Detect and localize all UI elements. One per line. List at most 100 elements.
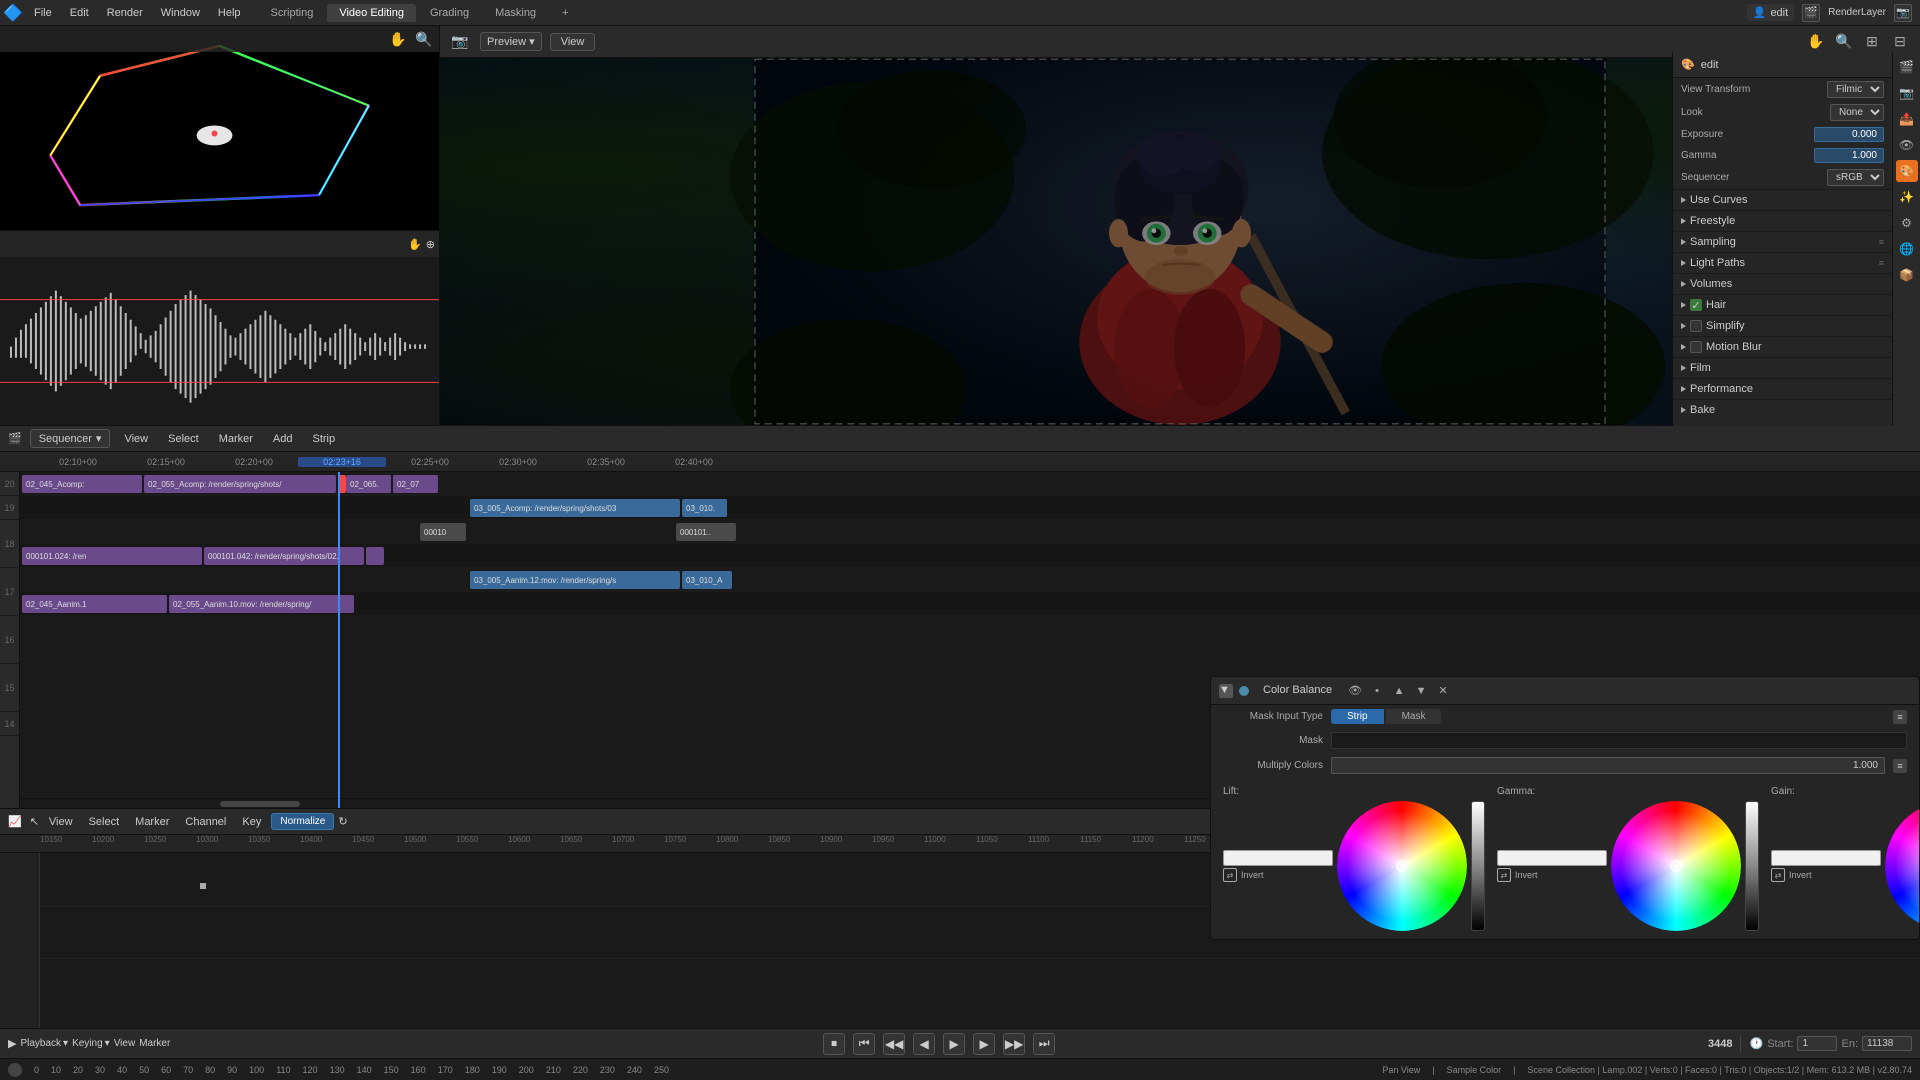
prop-icon-render[interactable]: 📷 (1896, 82, 1918, 104)
graph-menu-key[interactable]: Key (236, 814, 267, 830)
prop-icon-particles[interactable]: ✨ (1896, 186, 1918, 208)
seq-menu-select[interactable]: Select (162, 431, 205, 447)
sequencer-select[interactable]: sRGB (1827, 169, 1884, 186)
normalize-button[interactable]: Normalize (271, 813, 334, 830)
playback-marker[interactable]: Marker (139, 1038, 170, 1049)
freestyle-section[interactable]: Freestyle (1673, 210, 1892, 231)
light-paths-section[interactable]: Light Paths ≡ (1673, 252, 1892, 273)
tab-masking[interactable]: Masking (483, 4, 548, 22)
gamma-input[interactable]: 1.000 (1814, 148, 1884, 163)
menu-edit[interactable]: Edit (62, 5, 97, 21)
prop-icon-view[interactable]: 👁 (1896, 134, 1918, 156)
seq-menu-marker[interactable]: Marker (213, 431, 259, 447)
volumes-section[interactable]: Volumes (1673, 273, 1892, 294)
menu-file[interactable]: File (26, 5, 60, 21)
play-btn-main[interactable]: ▶ (943, 1033, 965, 1055)
preview-camera-icon[interactable]: 📷 (448, 30, 472, 54)
jump-start-btn[interactable]: ⏮ (853, 1033, 875, 1055)
waveform-move-icon[interactable]: ✋ (408, 238, 422, 251)
jump-end-btn[interactable]: ⏭ (1033, 1033, 1055, 1055)
cb-down-btn[interactable]: ▼ (1412, 682, 1430, 700)
graph-menu-select[interactable]: Select (83, 814, 126, 830)
clip-02055-aanim[interactable]: 02_055_Aanim.10.mov: /render/spring/ (169, 595, 354, 613)
clip-000101[interactable]: 000101.. (676, 523, 736, 541)
prop-icon-scene[interactable]: 🎬 (1896, 56, 1918, 78)
hair-checkbox[interactable]: ✓ (1690, 299, 1702, 311)
graph-menu-view[interactable]: View (43, 814, 79, 830)
bake-section[interactable]: Bake (1673, 399, 1892, 420)
look-select[interactable]: None (1830, 104, 1884, 121)
cb-mask-input[interactable] (1331, 732, 1907, 749)
cb-lift-invert-btn[interactable]: ⇄ Invert (1223, 868, 1333, 882)
graph-cursor-icon[interactable]: ↖ (30, 815, 39, 828)
menu-help[interactable]: Help (210, 5, 249, 21)
prop-icon-world[interactable]: 🌐 (1896, 238, 1918, 260)
preview-render-icon[interactable]: ⊟ (1888, 30, 1912, 54)
cb-mask-btn[interactable]: Mask (1386, 709, 1442, 724)
status-mode-btn[interactable] (8, 1063, 22, 1077)
cb-dot-btn[interactable]: • (1368, 682, 1386, 700)
preview-mode-select[interactable]: Preview ▾ (480, 32, 542, 51)
keying-dropdown[interactable]: Keying▾ (72, 1038, 110, 1049)
end-frame-input[interactable]: 11138 (1862, 1036, 1912, 1051)
prop-icon-object[interactable]: 📦 (1896, 264, 1918, 286)
playback-icon[interactable]: ▶ (8, 1037, 16, 1050)
tab-scripting[interactable]: Scripting (259, 4, 326, 22)
clip-000101-042[interactable]: 000101.042: /render/spring/shots/02. (204, 547, 364, 565)
film-section[interactable]: Film (1673, 357, 1892, 378)
next-frame-btn[interactable]: ▶▶ (1003, 1033, 1025, 1055)
use-curves-section[interactable]: Use Curves (1673, 189, 1892, 210)
cb-mask-settings[interactable]: ≡ (1893, 710, 1907, 724)
user-button[interactable]: 👤 edit (1747, 4, 1794, 21)
waveform-zoom-icon[interactable]: ⊕ (426, 238, 435, 251)
cb-multiply-settings[interactable]: ≡ (1893, 759, 1907, 773)
cb-gamma-bar[interactable] (1745, 801, 1759, 931)
tab-grading[interactable]: Grading (418, 4, 481, 22)
motion-blur-checkbox[interactable] (1690, 341, 1702, 353)
clip-02055-acomp[interactable]: 02_055_Acomp: /render/spring/shots/ (144, 475, 336, 493)
render-layer-icon[interactable]: 📷 (1894, 4, 1912, 22)
clip-02045-acomp[interactable]: 02_045_Acomp: (22, 475, 142, 493)
simplify-section[interactable]: Simplify (1673, 315, 1892, 336)
cb-gain-wheel[interactable] (1885, 801, 1920, 931)
cb-visible-btn[interactable]: 👁 (1346, 682, 1364, 700)
clip-03005-aanim[interactable]: 03_005_Aanim.12.mov: /render/spring/s (470, 571, 680, 589)
prop-icon-physics[interactable]: ⚙ (1896, 212, 1918, 234)
viewport-zoom-icon[interactable]: 🔍 (413, 28, 435, 50)
start-frame-input[interactable]: 1 (1797, 1036, 1837, 1051)
preview-view-btn[interactable]: View (550, 33, 596, 51)
seq-menu-view[interactable]: View (118, 431, 154, 447)
scene-icon[interactable]: 🎬 (1802, 4, 1820, 22)
hair-section[interactable]: ✓ Hair (1673, 294, 1892, 315)
preview-adjust-icon[interactable]: ✋ (1804, 30, 1828, 54)
cb-strip-btn[interactable]: Strip (1331, 709, 1384, 724)
cb-lift-wheel[interactable] (1337, 801, 1467, 931)
clip-small[interactable] (366, 547, 384, 565)
cb-gain-value-input[interactable] (1771, 850, 1881, 866)
graph-menu-marker[interactable]: Marker (129, 814, 175, 830)
seq-scrollbar-thumb[interactable] (220, 801, 300, 807)
clip-03005-acomp[interactable]: 03_005_Acomp: /render/spring/shots/03 (470, 499, 680, 517)
seq-menu-strip[interactable]: Strip (307, 431, 342, 447)
prev-single-btn[interactable]: ◀ (913, 1033, 935, 1055)
cb-close-btn[interactable]: ✕ (1434, 682, 1452, 700)
prop-icon-output[interactable]: 📤 (1896, 108, 1918, 130)
cb-gamma-invert-btn[interactable]: ⇄ Invert (1497, 868, 1607, 882)
sequencer-label-btn[interactable]: Sequencer ▾ (30, 429, 111, 448)
clip-0207[interactable]: 02_07 (393, 475, 438, 493)
tab-video-editing[interactable]: Video Editing (327, 4, 416, 22)
clip-03010[interactable]: 03_010. (682, 499, 727, 517)
clip-000101-024[interactable]: 000101.024: /ren (22, 547, 202, 565)
sampling-section[interactable]: Sampling ≡ (1673, 231, 1892, 252)
graph-icon[interactable]: 📈 (8, 815, 22, 828)
clip-02045-aanim[interactable]: 02_045_Aanim.1 (22, 595, 167, 613)
menu-window[interactable]: Window (153, 5, 208, 21)
graph-menu-channel[interactable]: Channel (179, 814, 232, 830)
preview-settings-icon[interactable]: ⊞ (1860, 30, 1884, 54)
seq-icon[interactable]: 🎬 (8, 432, 22, 445)
performance-section[interactable]: Performance (1673, 378, 1892, 399)
next-single-btn[interactable]: ▶ (973, 1033, 995, 1055)
cb-collapse-btn[interactable]: ▼ (1219, 684, 1233, 698)
preview-zoom-icon[interactable]: 🔍 (1832, 30, 1856, 54)
cb-gain-invert-btn[interactable]: ⇄ Invert (1771, 868, 1881, 882)
